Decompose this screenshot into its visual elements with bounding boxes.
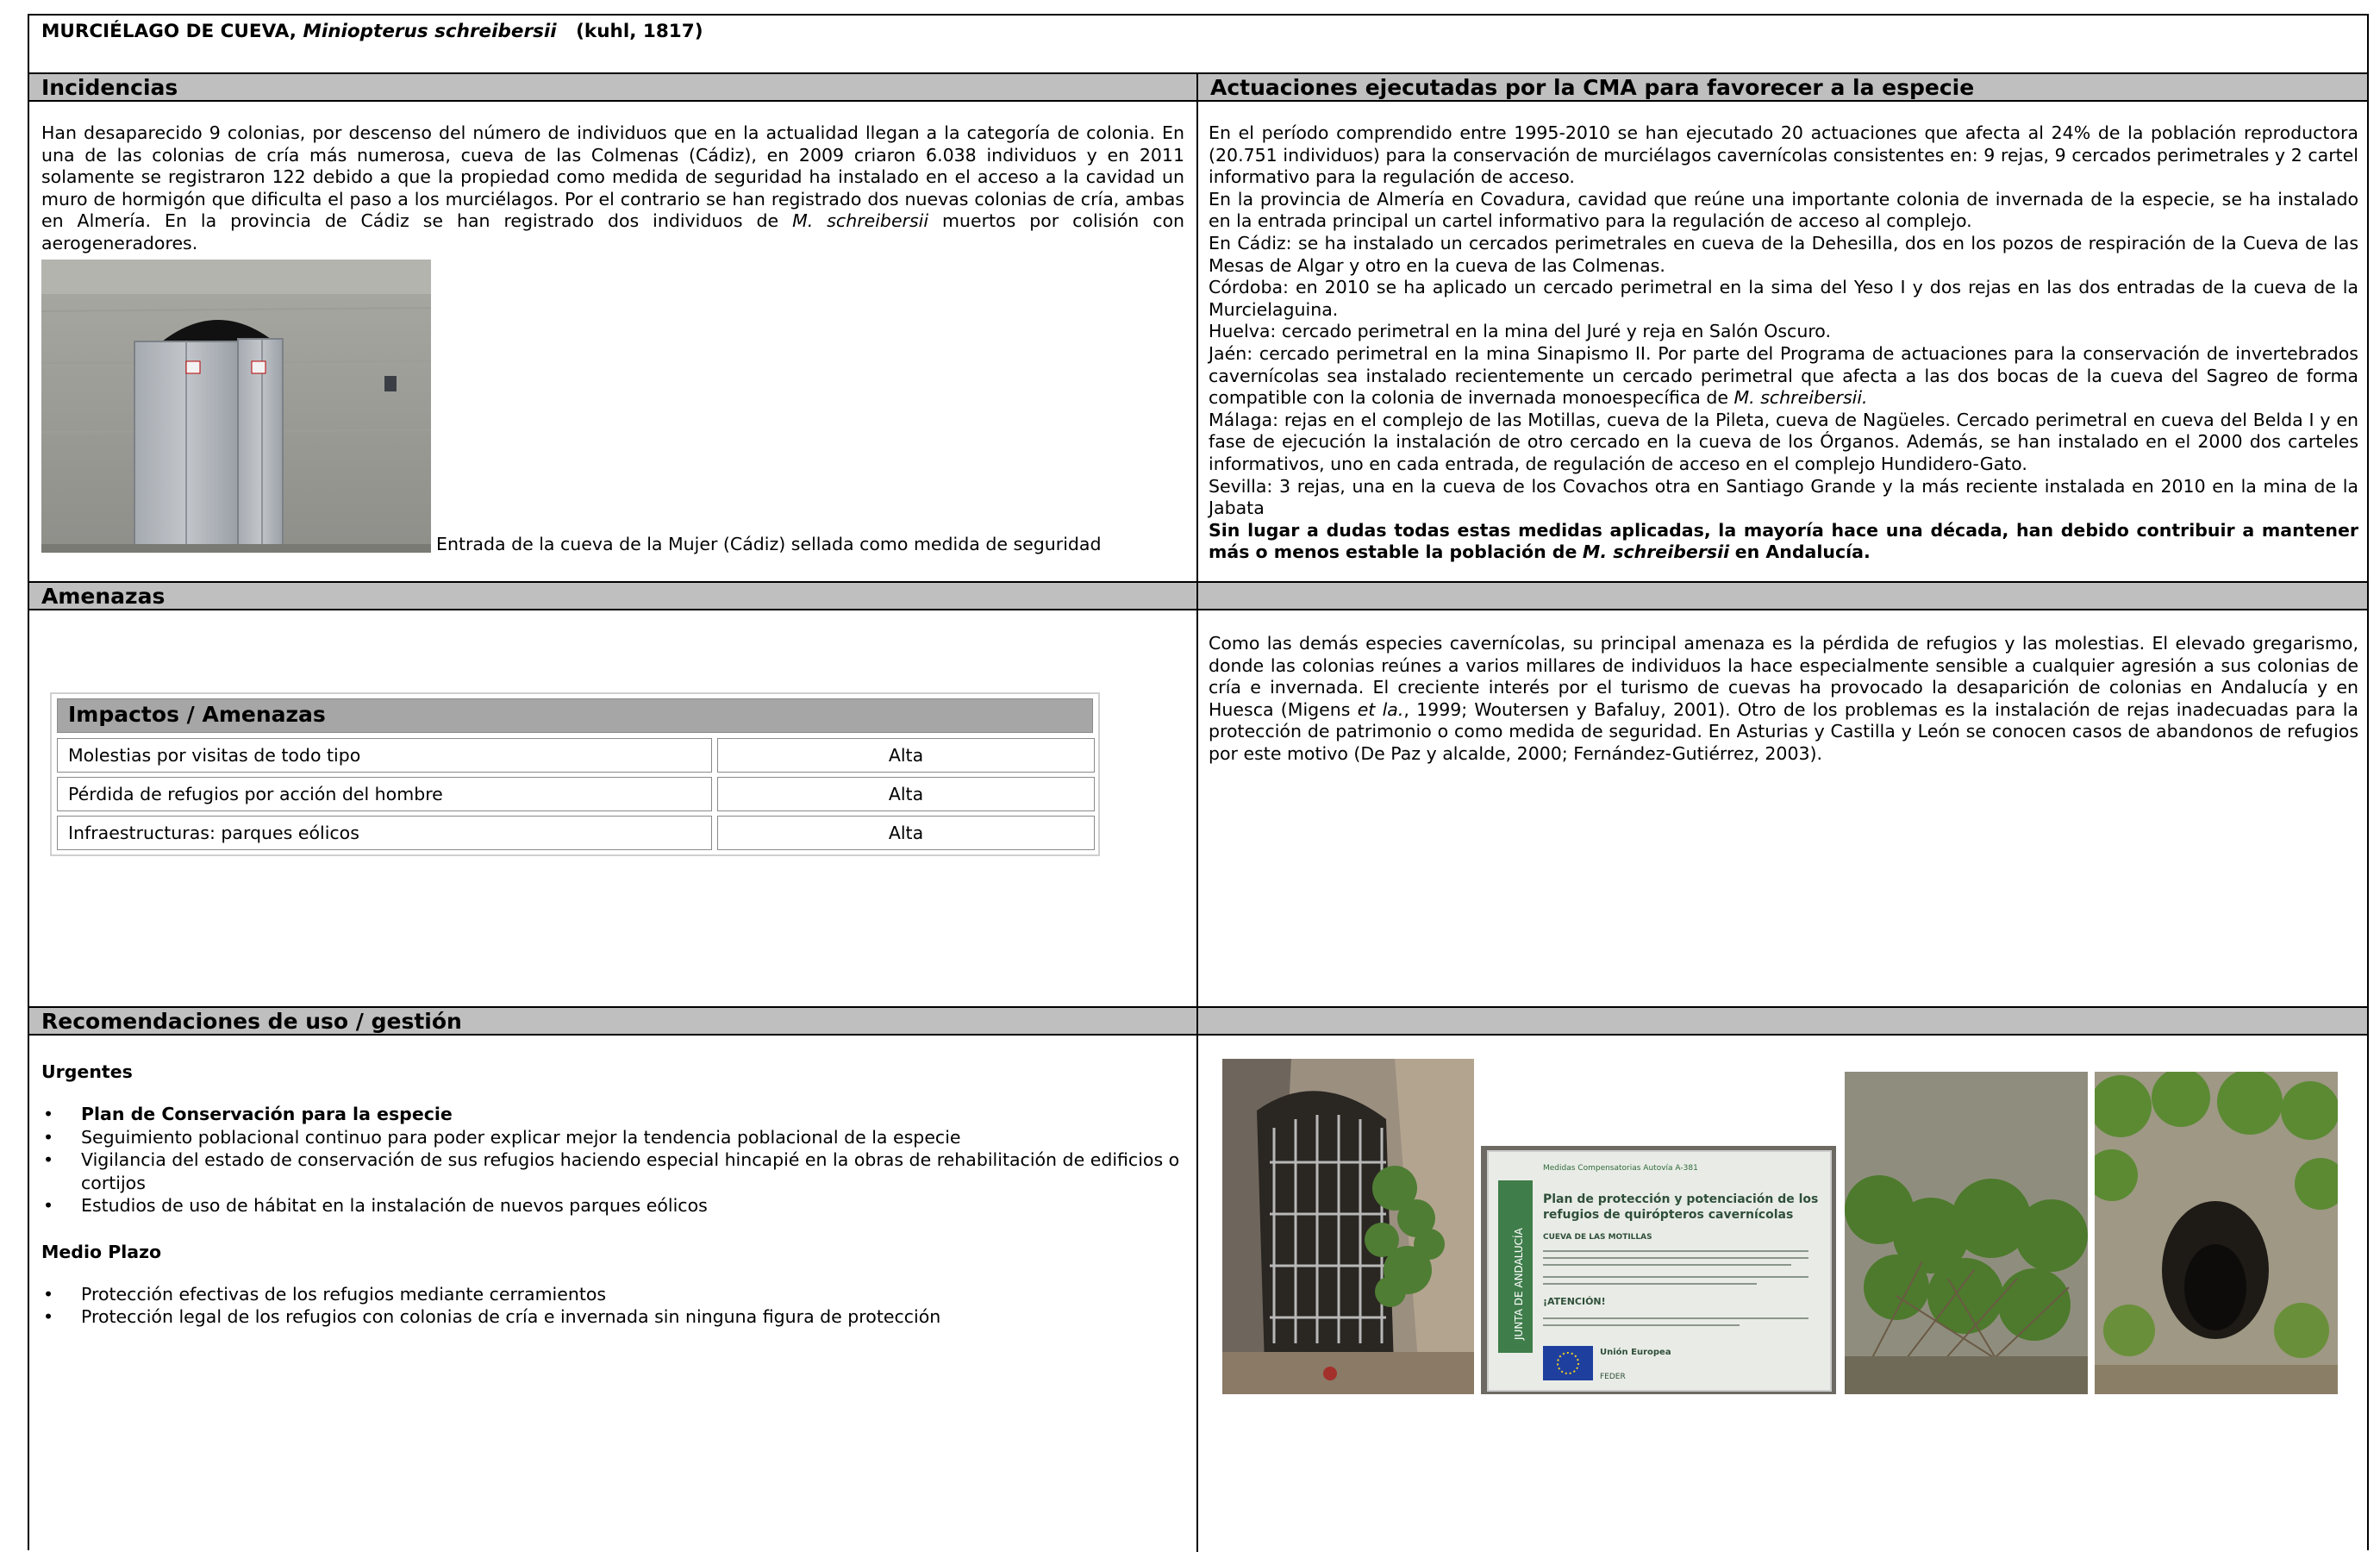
sign-side-text: JUNTA DE ANDALUCÍA <box>1512 1227 1525 1341</box>
actuaciones-p5: Huelva: cercado perimetral en la mina de… <box>1209 321 1831 342</box>
list-item-text: Protección efectivas de los refugios med… <box>81 1283 607 1305</box>
impact-cell: Infraestructuras: parques eólicos <box>57 816 712 850</box>
list-item: • Plan de Conservación para la especie <box>41 1103 1188 1126</box>
actuaciones-p1: En el período comprendido entre 1995-201… <box>1209 122 2358 188</box>
incidencias-species: M. schreibersii <box>792 210 929 232</box>
sign-feder: FEDER <box>1600 1373 1626 1381</box>
cave-grate-photo <box>1222 1059 1474 1394</box>
list-item-text: Vigilancia del estado de conservación de… <box>81 1149 1180 1193</box>
impacts-table: Impactos / Amenazas Molestias por visita… <box>50 692 1100 856</box>
actuaciones-header: Actuaciones ejecutadas por la CMA para f… <box>1198 72 2367 102</box>
bullet-icon: • <box>43 1104 54 1124</box>
actuaciones-p8: Sevilla: 3 rejas, una en la cueva de los… <box>1209 475 2358 519</box>
incidencias-text: Han desaparecido 9 colonias, por descens… <box>41 122 1184 255</box>
list-item: • Seguimiento poblacional continuo para p… <box>41 1126 1188 1149</box>
actuaciones-p3: En Cádiz: se ha instalado un cercados pe… <box>1209 232 2358 276</box>
recomendaciones-header-right <box>1198 1006 2367 1036</box>
list-item: • Estudios de uso de hábitat en la instal… <box>41 1194 1188 1217</box>
list-item: • Protección efectivas de los refugios me… <box>41 1283 1188 1306</box>
impact-level-cell: Alta <box>717 738 1095 773</box>
actuaciones-p7: Málaga: rejas en el complejo de las Moti… <box>1209 409 2358 474</box>
bullet-icon: • <box>43 1195 54 1216</box>
amenazas-header-right <box>1198 581 2367 610</box>
list-item: • Protección legal de los refugios con co… <box>41 1305 1188 1329</box>
impact-cell: Pérdida de refugios por acción del hombr… <box>57 777 712 811</box>
actuaciones-p2: En la provincia de Almería en Covadura, … <box>1209 188 2358 232</box>
sign-title-line2: refugios de quirópteros cavernícolas <box>1543 1208 1793 1222</box>
list-item-text: Protección legal de los refugios con col… <box>81 1306 941 1327</box>
list-item-text: Estudios de uso de hábitat en la instala… <box>81 1195 708 1216</box>
information-sign-photo: JUNTA DE ANDALUCÍA Medidas Compensatoria… <box>1481 1146 1836 1394</box>
medio-plazo-list: • Protección efectivas de los refugios me… <box>41 1283 1188 1329</box>
common-name: MURCIÉLAGO DE CUEVA, <box>41 21 297 42</box>
cave-photo-caption: Entrada de la cueva de la Mujer (Cádiz) … <box>436 534 1102 554</box>
cave-tunnel-photo <box>2095 1072 2338 1394</box>
urgentes-list: • Plan de Conservación para la especie • S… <box>41 1103 1188 1217</box>
amenazas-header: Amenazas <box>29 581 1196 610</box>
medio-plazo-label: Medio Plazo <box>41 1241 162 1262</box>
sign-attention: ¡ATENCIÓN! <box>1543 1296 1606 1307</box>
page-title: MURCIÉLAGO DE CUEVA, Miniopterus schreib… <box>29 16 2367 72</box>
species-sheet: MURCIÉLAGO DE CUEVA, Miniopterus schreib… <box>28 14 2369 1552</box>
sign-title-line1: Plan de protección y potenciación de los <box>1543 1192 1818 1206</box>
sign-eu: Unión Europea <box>1600 1347 1671 1357</box>
species-authority: (kuhl, 1817) <box>576 21 703 42</box>
scientific-name: Miniopterus schreibersii <box>303 21 557 42</box>
impact-level-cell: Alta <box>717 777 1095 811</box>
impact-level-cell: Alta <box>717 816 1095 850</box>
recomendaciones-header: Recomendaciones de uso / gestión <box>29 1006 1196 1036</box>
amenazas-et-al: et la. <box>1357 698 1404 720</box>
bullet-icon: • <box>43 1306 54 1327</box>
sign-top-left: Medidas Compensatorias Autovía A-381 <box>1543 1164 1698 1173</box>
impacts-table-title: Impactos / Amenazas <box>57 698 1093 733</box>
column-divider <box>1196 72 1198 1552</box>
vegetation-entrance-photo <box>1845 1072 2088 1394</box>
impact-cell: Molestias por visitas de todo tipo <box>57 738 712 773</box>
actuaciones-text: En el período comprendido entre 1995-201… <box>1209 122 2358 564</box>
cave-sealed-photo <box>41 260 431 553</box>
actuaciones-p6-species: M. schreibersii. <box>1733 387 1868 409</box>
bullet-icon: • <box>43 1126 54 1148</box>
bullet-icon: • <box>43 1283 54 1305</box>
actuaciones-p4: Córdoba: en 2010 se ha aplicado un cerca… <box>1209 277 2358 320</box>
list-item: • Vigilancia del estado de conservación d… <box>41 1148 1188 1194</box>
sign-subtitle: CUEVA DE LAS MOTILLAS <box>1543 1233 1652 1242</box>
actuaciones-conclusion-species: M. schreibersii <box>1582 541 1730 563</box>
actuaciones-conclusion: Sin lugar a dudas todas estas medidas ap… <box>1209 520 2358 564</box>
incidencias-header: Incidencias <box>29 72 1196 102</box>
list-item-text: Plan de Conservación para la especie <box>81 1104 453 1124</box>
urgentes-label: Urgentes <box>41 1061 133 1082</box>
bullet-icon: • <box>43 1149 54 1170</box>
actuaciones-p6: Jaén: cercado perimetral en la mina Sina… <box>1209 343 2358 410</box>
recomendaciones-content: Urgentes • Plan de Conservación para la e… <box>41 1061 1188 1329</box>
list-item-text: Seguimiento poblacional continuo para po… <box>81 1126 961 1148</box>
amenazas-text: Como las demás especies cavernícolas, su… <box>1209 633 2358 766</box>
actuaciones-conclusion-end: en Andalucía. <box>1734 541 1871 563</box>
